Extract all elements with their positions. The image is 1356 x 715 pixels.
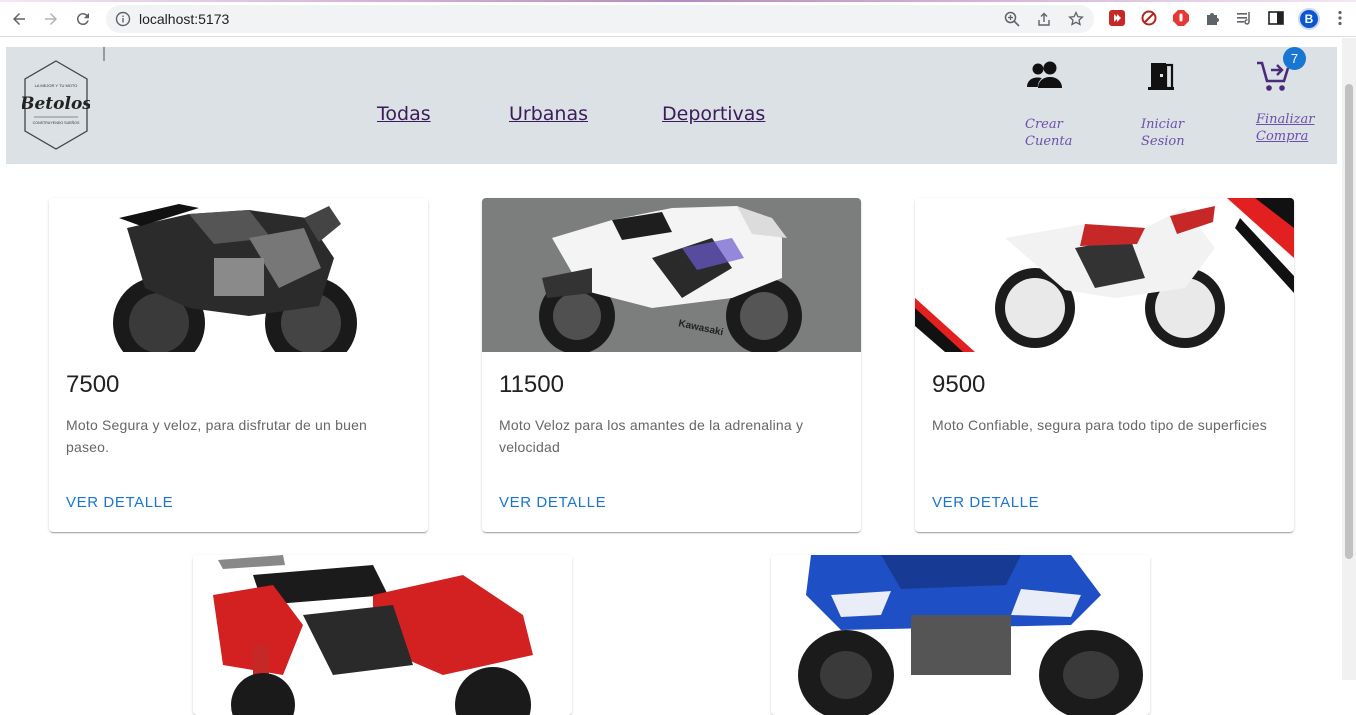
ver-detalle-button[interactable]: VER DETALLE xyxy=(499,494,606,511)
product-price: 9500 xyxy=(932,371,986,398)
page-scrollbar[interactable] xyxy=(1342,38,1356,680)
ver-detalle-button[interactable]: VER DETALLE xyxy=(66,494,173,511)
checkout-label-2[interactable]: Compra xyxy=(1256,128,1336,145)
nav-link-todas[interactable]: Todas xyxy=(377,103,431,125)
blocker-extension-icon[interactable] xyxy=(1140,9,1158,27)
svg-text:Kawasaki: Kawasaki xyxy=(677,318,724,338)
product-description: Moto Segura y veloz, para disfrutar de u… xyxy=(66,417,368,455)
product-card xyxy=(771,555,1150,715)
page-viewport: LA MEJOR Y TU MOTO Betolos CONSTRUYENDO … xyxy=(0,38,1356,715)
svg-text:Betolos: Betolos xyxy=(22,94,90,114)
login-label-2: Sesion xyxy=(1141,134,1185,149)
menu-kebab-icon[interactable] xyxy=(1331,9,1349,27)
browser-toolbar: localhost:5173 B xyxy=(0,0,1356,37)
product-image-dirt-bike-motorcycle[interactable] xyxy=(915,198,1294,352)
login-label-1: Iniciar xyxy=(1141,117,1185,132)
brand-logo[interactable]: LA MEJOR Y TU MOTO Betolos CONSTRUYENDO … xyxy=(19,59,92,151)
nav-link-deportivas[interactable]: Deportivas xyxy=(662,103,765,125)
users-icon xyxy=(1026,60,1064,95)
product-image-white-sport-motorcycle[interactable]: Kawasaki xyxy=(482,198,861,352)
header-divider xyxy=(103,47,105,61)
reading-list-icon[interactable] xyxy=(1235,9,1253,27)
product-image-naked-black-motorcycle[interactable] xyxy=(49,198,428,352)
side-panel-icon[interactable] xyxy=(1267,9,1285,27)
svg-text:LA MEJOR Y TU MOTO: LA MEJOR Y TU MOTO xyxy=(35,83,78,88)
back-icon[interactable] xyxy=(8,8,30,30)
scrollbar-thumb[interactable] xyxy=(1345,84,1353,559)
product-description: Moto Veloz para los amantes de la adrena… xyxy=(499,417,804,455)
create-account-label-1: Crear xyxy=(1025,117,1063,132)
door-icon xyxy=(1144,60,1176,97)
url-text: localhost:5173 xyxy=(139,11,230,27)
product-card: 7500 Moto Segura y veloz, para disfrutar… xyxy=(49,198,428,532)
share-icon[interactable] xyxy=(1036,11,1052,27)
create-account-label-2: Cuenta xyxy=(1025,134,1073,149)
svg-text:CONSTRUYENDO SUEÑOS: CONSTRUYENDO SUEÑOS xyxy=(33,120,80,125)
bookmark-star-icon[interactable] xyxy=(1068,10,1084,27)
video-extension-icon[interactable] xyxy=(1108,9,1126,27)
tab-strip-accent xyxy=(0,0,1356,2)
adblock-extension-icon[interactable] xyxy=(1172,9,1190,27)
reload-icon[interactable] xyxy=(72,8,94,30)
profile-avatar[interactable]: B xyxy=(1298,8,1320,30)
product-card: 9500 Moto Confiable, segura para todo ti… xyxy=(915,198,1294,532)
login-button[interactable]: Iniciar Sesion xyxy=(1140,47,1220,164)
create-account-button[interactable]: Crear Cuenta xyxy=(1024,47,1104,164)
checkout-label-1[interactable]: Finalizar xyxy=(1256,111,1336,128)
nav-link-urbanas[interactable]: Urbanas xyxy=(509,103,588,125)
product-image-red-scooter-motorcycle[interactable] xyxy=(193,555,572,715)
forward-icon[interactable] xyxy=(40,8,62,30)
product-price: 11500 xyxy=(499,371,564,398)
extensions-puzzle-icon[interactable] xyxy=(1204,9,1222,27)
ver-detalle-button[interactable]: VER DETALLE xyxy=(932,494,1039,511)
product-image-blue-quad-atv[interactable] xyxy=(771,555,1150,715)
zoom-icon[interactable] xyxy=(1004,11,1020,27)
cart-count-badge: 7 xyxy=(1283,47,1306,70)
site-header: LA MEJOR Y TU MOTO Betolos CONSTRUYENDO … xyxy=(6,47,1337,164)
product-card: Kawasaki 11500 Moto Veloz para los amant… xyxy=(482,198,861,532)
product-card xyxy=(193,555,572,715)
site-info-icon[interactable] xyxy=(115,11,131,27)
product-price: 7500 xyxy=(66,371,120,398)
product-description: Moto Confiable, segura para todo tipo de… xyxy=(932,417,1267,433)
address-bar[interactable]: localhost:5173 xyxy=(106,5,1094,33)
